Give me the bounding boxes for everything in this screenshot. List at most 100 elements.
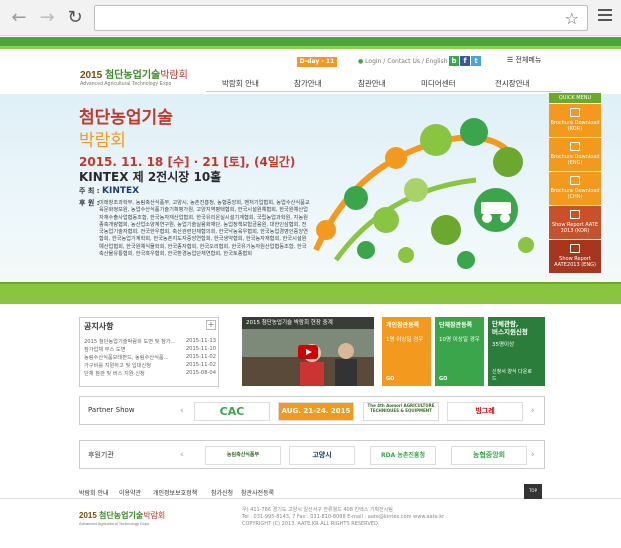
partner-logo-aomori[interactable]: The 4th Aomori AGRICULTURE TECHNIQUES & … <box>363 402 439 421</box>
sponsor-label: 후 원 : <box>79 199 100 207</box>
support-logo-nh[interactable]: 농협중앙회 <box>451 446 527 465</box>
group-registration[interactable]: 단체참관등록 10명 이상일 경우 GO <box>435 317 484 386</box>
reg-desc: 10명 이상일 경우 <box>439 337 480 343</box>
notice-item-title: 참가업체 부스 도면 <box>84 347 126 353</box>
reg-download[interactable]: 신청서 양식 다운로드 <box>492 368 532 382</box>
reg-go[interactable]: GO <box>439 376 447 382</box>
util-links-text[interactable]: Login / Contact Us / English <box>365 58 447 65</box>
reg-go[interactable]: GO <box>386 376 394 382</box>
browser-toolbar: ← → ↻ ☆ <box>0 0 621 36</box>
notice-item-title: 농림수산식품모태펀드, 농림수산식품... <box>84 355 169 361</box>
notice-item[interactable]: 단체 참관 및 버스 지원 신청 2015-08-04 <box>84 370 216 378</box>
quick-brochure-chn[interactable]: Brochure Download (CHN) <box>549 172 601 205</box>
prev-arrow-icon[interactable]: ‹ <box>180 450 184 460</box>
logo-main: 첨단농업기술 <box>105 70 161 81</box>
next-arrow-icon[interactable]: › <box>531 406 535 416</box>
nav-item-visit-info[interactable]: 참관안내 <box>358 78 386 89</box>
next-arrow-icon[interactable]: › <box>531 450 535 460</box>
partner-logo-cac[interactable]: CAC <box>194 402 270 421</box>
top-button[interactable]: TOP <box>524 484 542 499</box>
nav-item-media-center[interactable]: 미디어센터 <box>421 78 456 89</box>
agriculture-illustration <box>313 118 534 269</box>
footer-link-terms[interactable]: 이용약관 <box>119 488 141 497</box>
grass-strip <box>0 282 621 304</box>
nav-item-expo-info[interactable]: 박람회 안내 <box>222 78 259 89</box>
footer-logo-sub: 박람회 <box>143 511 166 520</box>
video-player[interactable]: 2015 첨단농업기술 박람회 현장 중계 <box>242 317 374 386</box>
bookmark-star-icon[interactable]: ☆ <box>565 9 579 28</box>
individual-registration[interactable]: 개인참관등록 1명 이상일 경우 GO <box>382 317 431 386</box>
support-orgs: 후원기관 ‹ 농림축산식품부 고양시 RDA 농촌진흥청 농협중앙회 › <box>79 440 545 469</box>
footer-link-privacy[interactable]: 개인정보보호정책 <box>153 488 197 497</box>
quick-brochure-eng[interactable]: Brochure Download (ENG) <box>549 138 601 171</box>
reload-icon[interactable]: ↻ <box>64 7 86 29</box>
footer-copyright: COPYRIGHT (C) 2013. AATE.KR ALL RIGHTS R… <box>242 521 380 528</box>
footer-logo-main: 첨단농업기술 <box>99 511 144 520</box>
logo-english: Advanced Agricultural Technology Expo <box>80 81 172 87</box>
notice-item[interactable]: 2015 첨단농업기술박람회 도면 및 참가... 2015-11-13 <box>84 338 216 346</box>
host-name: KINTEX <box>102 186 140 196</box>
facebook-icon[interactable]: f <box>460 56 470 66</box>
notice-item[interactable]: 가구비를 지원하고 및 입대신청 2015-11-02 <box>84 362 216 370</box>
footer-link-expo-info[interactable]: 박람회 안내 <box>79 488 109 497</box>
footer-logo-year: 2015 <box>79 511 100 520</box>
blog-icon[interactable]: b <box>449 56 459 66</box>
logo-year: 2015 <box>80 70 106 81</box>
address-bar[interactable]: ☆ <box>94 5 588 31</box>
notice-item[interactable]: 농림수산식품모태펀드, 농림수산식품... 2015-11-02 <box>84 354 216 362</box>
back-icon[interactable]: ← <box>8 7 30 29</box>
footer-link-apply[interactable]: 참가신청 <box>211 488 233 497</box>
leaf-icon: ● <box>358 58 364 65</box>
quick-item-label: Brochure Download (KOR) <box>550 120 600 132</box>
notice-item-date: 2015-11-10 <box>183 346 216 352</box>
support-logo-rda[interactable]: RDA 농촌진흥청 <box>370 446 436 465</box>
quick-menu: QUICK MENU Brochure Download (KOR) Broch… <box>549 93 601 275</box>
twitter-icon[interactable]: t <box>471 56 481 66</box>
dday-badge: D-day - 11 <box>297 57 337 67</box>
hero-host: 주 최 : KINTEX <box>79 186 139 196</box>
top-green-bar <box>0 37 621 46</box>
support-logo-goyang[interactable]: 고양시 <box>289 446 355 465</box>
download-icon <box>570 176 580 185</box>
quick-item-label: Show Report AATE2013 (ENG) <box>554 256 596 268</box>
quick-item-label: Show Report AATE 2013 (KOR) <box>551 222 599 234</box>
footer-link-preregister[interactable]: 참관사전등록 <box>241 488 274 497</box>
nav-item-venue-info[interactable]: 전시장안내 <box>495 78 530 89</box>
quick-report-kor[interactable]: Show Report AATE 2013 (KOR) <box>549 206 601 239</box>
partner-logo-aug[interactable]: AUG. 21-24. 2015 <box>278 402 354 421</box>
quick-item-label: Brochure Download (ENG) <box>550 154 600 166</box>
footer-address: 우) 411-766 경기도 고양시 일산서구 한류월드 408 킨텍스 기획전… <box>242 507 393 513</box>
notice-more-button[interactable]: + <box>206 320 216 330</box>
bus-support-registration[interactable]: 단체관람, 버스지원신청 35명이상 신청서 양식 다운로드 <box>488 317 545 386</box>
support-logo-mafra[interactable]: 농림축산식품부 <box>205 446 281 465</box>
notice-board: 공지사항 + 2015 첨단농업기술박람회 도면 및 참가... 2015-11-… <box>79 317 219 387</box>
video-title: 2015 첨단농업기술 박람회 현장 중계 <box>242 317 374 329</box>
notice-item-date: 2015-11-02 <box>183 362 216 368</box>
browser-menu-icon[interactable] <box>598 9 612 23</box>
notice-item-date: 2015-08-04 <box>183 370 216 376</box>
sponsor-list: 미래창조과학부, 농림축산식품부, 고양시, 농촌진흥청, 농협중앙회, 벤처기… <box>99 200 310 258</box>
partner-logo-binggrae[interactable]: 빙그레 <box>447 402 523 421</box>
prev-arrow-icon[interactable]: ‹ <box>180 406 184 416</box>
all-menu-button[interactable]: ☰ 전체메뉴 <box>507 55 541 65</box>
footer-logo-english: Advanced Agricultural Technology Expo <box>79 521 150 526</box>
hero-sponsors: 후 원 : 미래창조과학부, 농림축산식품부, 고양시, 농촌진흥청, 농협중앙… <box>79 199 311 258</box>
support-title: 후원기관 <box>88 451 114 459</box>
notice-item-title: 2015 첨단농업기술박람회 도면 및 참가... <box>84 339 176 345</box>
footer-contact: Tel : 031-995-8143, 7 Fax : 031-810-8088… <box>242 514 445 521</box>
util-links[interactable]: ● Login / Contact Us / English <box>358 58 447 65</box>
quick-brochure-kor[interactable]: Brochure Download (KOR) <box>549 104 601 137</box>
forward-icon[interactable]: → <box>36 7 58 29</box>
site-logo[interactable]: 2015 첨단농업기술박람회 Advanced Agricultural Tec… <box>80 66 210 88</box>
host-label: 주 최 : <box>79 187 102 195</box>
reg-desc: 35명이상 <box>492 342 515 348</box>
play-icon[interactable] <box>298 345 318 359</box>
nav-item-exhibit-info[interactable]: 참가안내 <box>294 78 322 89</box>
sns-links: bft <box>449 56 482 66</box>
quick-report-eng[interactable]: Show Report AATE2013 (ENG) <box>549 240 601 273</box>
partner-title: Partner Show <box>88 406 135 414</box>
footer-info: 우) 411-766 경기도 고양시 일산서구 한류월드 408 킨텍스 기획전… <box>242 507 444 529</box>
notice-item-date: 2015-11-13 <box>183 338 216 344</box>
main-nav: 박람회 안내 참가안내 참관안내 미디어센터 전시장안내 <box>206 77 562 92</box>
notice-item[interactable]: 참가업체 부스 도면 2015-11-10 <box>84 346 216 354</box>
